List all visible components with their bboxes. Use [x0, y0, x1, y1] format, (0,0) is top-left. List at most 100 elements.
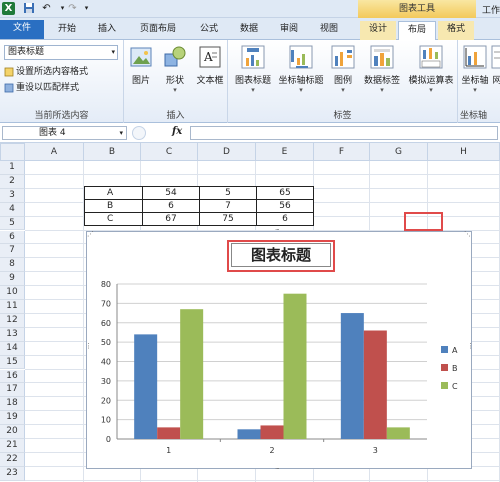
table-cell[interactable]: A [84, 186, 143, 200]
excel-logo-icon[interactable]: X [2, 2, 15, 15]
column-header-a[interactable]: A [25, 143, 84, 161]
table-cell[interactable]: C [84, 212, 143, 226]
redo-icon[interactable]: ↷ [66, 2, 79, 15]
row-header-4[interactable]: 4 [0, 202, 25, 217]
tab-data[interactable]: 数据 [232, 21, 266, 40]
row-header-11[interactable]: 11 [0, 300, 25, 314]
chart-elements-dropdown[interactable]: 图表标题 ▾ [4, 45, 118, 60]
bar-b-3 [363, 330, 387, 439]
insert-textbox-button[interactable]: A 文本框 [192, 44, 228, 96]
tab-insert[interactable]: 插入 [90, 21, 124, 40]
tab-page-layout[interactable]: 页面布局 [130, 21, 186, 40]
row-header-5[interactable]: 5 [0, 216, 25, 231]
data-labels-icon [370, 45, 394, 69]
table-cell[interactable]: 7 [199, 199, 257, 213]
legend-entry-a: A [452, 346, 458, 355]
column-header-c[interactable]: C [141, 143, 198, 161]
group-insert: 图片 形状 ▾ A 文本框 插入 [124, 40, 228, 123]
chevron-down-icon: ▾ [473, 86, 477, 94]
column-header-e[interactable]: E [256, 143, 314, 161]
table-cell[interactable]: 54 [142, 186, 200, 200]
row-header-19[interactable]: 19 [0, 411, 25, 426]
table-cell[interactable]: 5 [199, 186, 257, 200]
table-cell[interactable]: 75 [199, 212, 257, 226]
name-box-value: 图表 4 [39, 128, 66, 138]
table-cell[interactable]: 6 [256, 212, 314, 226]
axis-titles-button[interactable]: 坐标轴标题 ▾ [276, 44, 326, 96]
data-labels-button[interactable]: 数据标签 ▾ [360, 44, 404, 96]
legend-entry-c: C [452, 382, 458, 391]
select-all-corner[interactable] [0, 143, 25, 161]
chevron-down-icon: ▾ [380, 86, 384, 94]
group-current-selection: 图表标题 ▾ 设置所选内容格式 重设以匹配样式 当前所选内容 [0, 40, 124, 123]
data-table-button[interactable]: 模拟运算表 ▾ [406, 44, 456, 96]
tab-file[interactable]: 文件 [0, 20, 44, 39]
row-header-14[interactable]: 14 [0, 341, 25, 356]
row-header-17[interactable]: 17 [0, 383, 25, 398]
row-header-6[interactable]: 6 [0, 230, 25, 245]
insert-function-icon[interactable]: fx [172, 126, 182, 137]
picture-icon [130, 47, 152, 67]
column-header-b[interactable]: B [84, 143, 141, 161]
row-header-13[interactable]: 13 [0, 327, 25, 342]
row-header-21[interactable]: 21 [0, 439, 25, 453]
save-icon[interactable] [22, 2, 35, 15]
row-header-10[interactable]: 10 [0, 286, 25, 300]
axes-button[interactable]: 坐标轴 ▾ [460, 44, 490, 96]
tab-review[interactable]: 审阅 [272, 21, 306, 40]
y-tick-label: 0 [106, 435, 111, 444]
table-cell[interactable]: 6 [142, 199, 200, 213]
tab-home[interactable]: 开始 [50, 21, 84, 40]
title-bar: X ↶ ▾ ↷ ▾ 图表工具 工作 [0, 0, 500, 18]
row-header-22[interactable]: 22 [0, 452, 25, 467]
table-row: A 54 5 65 [84, 186, 314, 200]
table-cell[interactable]: 56 [256, 199, 314, 213]
tab-format[interactable]: 格式 [438, 21, 474, 40]
row-header-9[interactable]: 9 [0, 272, 25, 287]
tab-formulas[interactable]: 公式 [192, 21, 226, 40]
column-header-g[interactable]: G [370, 143, 428, 161]
column-header-f[interactable]: F [314, 143, 370, 161]
row-header-15[interactable]: 15 [0, 355, 25, 370]
formula-input[interactable] [190, 126, 498, 140]
row-header-8[interactable]: 8 [0, 258, 25, 273]
name-box[interactable]: 图表 4 ▾ [2, 126, 127, 140]
tab-design[interactable]: 设计 [360, 21, 396, 40]
row-header-12[interactable]: 12 [0, 313, 25, 328]
chevron-down-icon: ▾ [429, 86, 433, 94]
chevron-down-icon: ▾ [119, 129, 123, 137]
legend-button[interactable]: 图例 ▾ [328, 44, 358, 96]
chart[interactable]: ⋰ ··· ⋱ ⋮ ⋮ ··· 0 10 20 30 40 50 60 70 80 1 2 3 A B C … [85, 226, 474, 473]
row-header-18[interactable]: 18 [0, 397, 25, 412]
column-header-d[interactable]: D [198, 143, 256, 161]
format-selection-button[interactable]: 设置所选内容格式 [4, 65, 88, 79]
column-header-h[interactable]: H [428, 143, 500, 161]
bar-c-1 [180, 309, 204, 439]
row-header-16[interactable]: 16 [0, 369, 25, 384]
row-header-7[interactable]: 7 [0, 244, 25, 259]
insert-shapes-button[interactable]: 形状 ▾ [158, 44, 192, 96]
undo-icon[interactable]: ↶ [40, 2, 53, 15]
table-cell[interactable]: 65 [256, 186, 314, 200]
tab-view[interactable]: 视图 [312, 21, 346, 40]
row-header-1[interactable]: 1 [0, 161, 25, 175]
chevron-down-icon: ▾ [299, 86, 303, 94]
insert-picture-button[interactable]: 图片 [124, 44, 158, 96]
table-cell[interactable]: B [84, 199, 143, 213]
expand-namebox-icon[interactable] [132, 126, 146, 140]
reset-style-button[interactable]: 重设以匹配样式 [4, 81, 79, 95]
tab-layout[interactable]: 布局 [398, 21, 436, 40]
table-cell[interactable]: 67 [142, 212, 200, 226]
bar-a-3 [340, 313, 364, 439]
ribbon: 图表标题 ▾ 设置所选内容格式 重设以匹配样式 当前所选内容 图片 形状 ▾ A… [0, 40, 500, 123]
gridlines-button[interactable]: 网 [490, 44, 500, 96]
row-header-20[interactable]: 20 [0, 425, 25, 439]
group-labels: 图表标题 ▾ 坐标轴标题 ▾ 图例 ▾ 数据标签 ▾ 模拟运算表 ▾ 标签 [228, 40, 458, 123]
chart-title-highlight [227, 240, 335, 272]
row-header-2[interactable]: 2 [0, 174, 25, 189]
row-header-23[interactable]: 23 [0, 466, 25, 481]
customize-toolbar-icon[interactable]: ▾ [80, 2, 93, 15]
row-header-3[interactable]: 3 [0, 188, 25, 203]
chart-title-button[interactable]: 图表标题 ▾ [232, 44, 274, 96]
chart-elements-value: 图表标题 [8, 47, 45, 57]
